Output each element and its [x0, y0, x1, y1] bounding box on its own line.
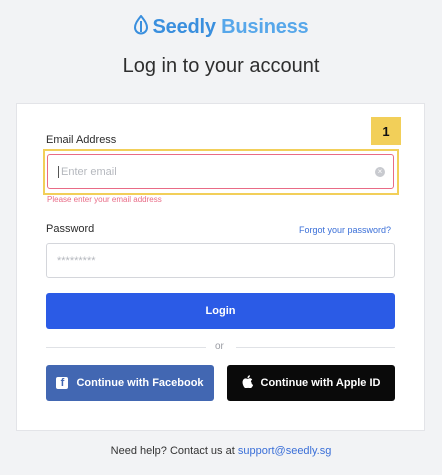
continue-with-facebook-button[interactable]: f Continue with Facebook: [46, 365, 214, 401]
login-button-label: Login: [205, 305, 236, 317]
facebook-icon: f: [56, 377, 69, 389]
help-text-label: Need help? Contact us at: [110, 445, 235, 457]
apple-button-label: Continue with Apple ID: [260, 377, 381, 389]
password-placeholder: *********: [57, 254, 96, 267]
divider-line-left: [46, 347, 206, 348]
apple-icon: [242, 375, 253, 391]
help-text: Need help? Contact us at support@seedly.…: [0, 445, 442, 457]
divider-or: or: [215, 341, 224, 352]
brand-name: Seedly Business: [152, 16, 309, 38]
password-field[interactable]: *********: [46, 243, 395, 278]
brand-logo: Seedly Business: [0, 14, 442, 40]
email-input[interactable]: Enter email ×: [47, 154, 394, 189]
continue-with-apple-button[interactable]: Continue with Apple ID: [227, 365, 395, 401]
divider-line-right: [236, 347, 395, 348]
email-error-message: Please enter your email address: [47, 195, 162, 204]
support-email-link[interactable]: support@seedly.sg: [238, 445, 332, 457]
email-label: Email Address: [46, 134, 117, 146]
password-label: Password: [46, 223, 95, 235]
text-cursor: [58, 165, 59, 178]
facebook-button-label: Continue with Facebook: [76, 377, 204, 389]
email-placeholder: Enter email: [61, 165, 117, 178]
annotation-badge: 1: [371, 117, 401, 145]
clear-icon[interactable]: ×: [375, 166, 385, 177]
login-button[interactable]: Login: [46, 293, 395, 329]
forgot-password-link[interactable]: Forgot your password?: [299, 225, 391, 235]
page-title: Log in to your account: [122, 55, 320, 77]
seed-drop-icon: [133, 14, 148, 40]
